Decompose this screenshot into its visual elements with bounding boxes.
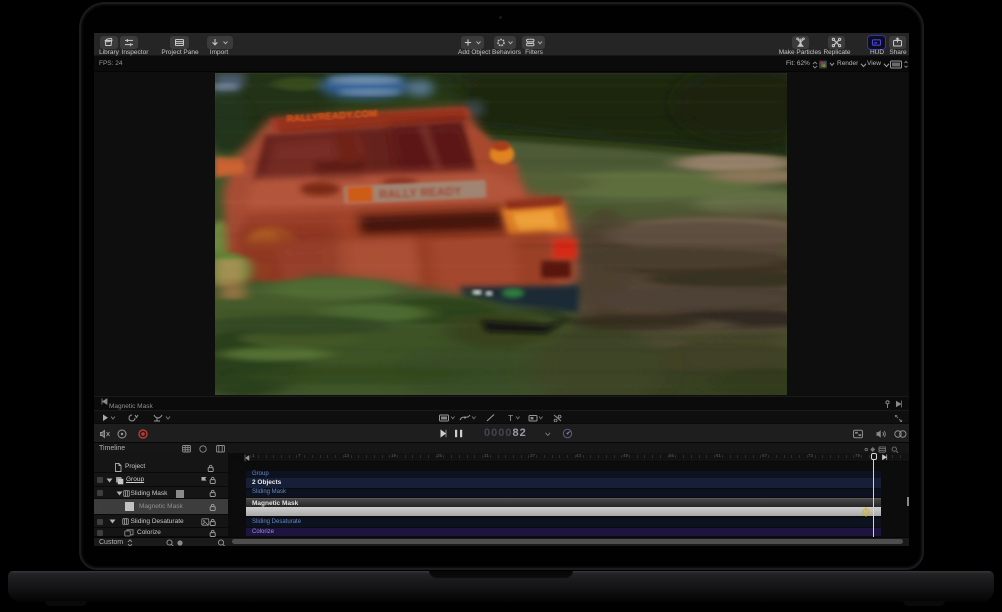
svg-text:T: T bbox=[508, 414, 513, 422]
